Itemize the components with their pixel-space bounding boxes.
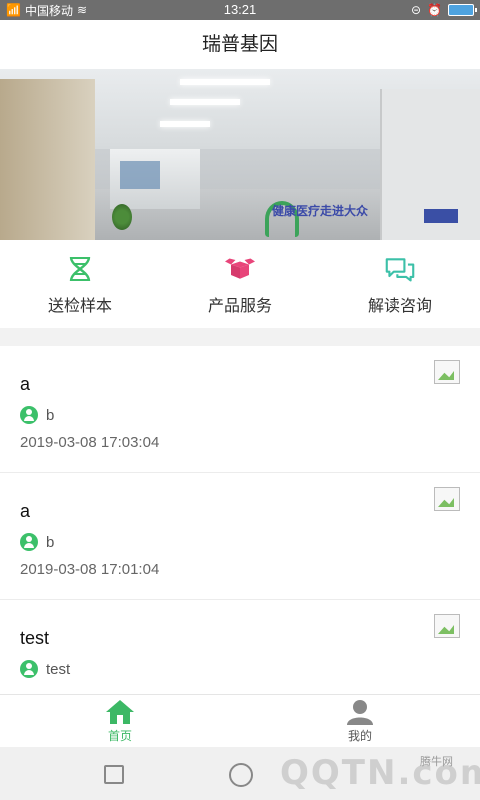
quick-nav-product[interactable]: 产品服务 <box>160 240 320 328</box>
watermark-small: 腾牛网 <box>420 756 453 768</box>
system-nav-bar: QQTN.com 腾牛网 <box>0 747 480 800</box>
author-name: b <box>46 533 55 551</box>
user-icon <box>347 700 373 725</box>
post-author: test <box>20 660 70 678</box>
status-time: 13:21 <box>223 2 257 17</box>
author-name: test <box>46 660 71 678</box>
dna-icon <box>65 254 95 284</box>
banner-window <box>120 161 160 189</box>
broken-image-icon <box>434 487 460 511</box>
lock-icon: ⊝ <box>410 3 422 17</box>
post-time: 2019-03-08 17:03:04 <box>20 434 160 451</box>
post-title: a <box>20 374 31 394</box>
post-title: test <box>20 628 50 648</box>
home-icon <box>106 700 134 724</box>
author-name: b <box>46 406 55 424</box>
tab-label: 首页 <box>107 729 132 743</box>
avatar-icon <box>20 406 38 424</box>
alarm-icon: ⏰ <box>427 3 442 17</box>
status-right: ⊝ ⏰ <box>410 0 477 20</box>
quick-nav-consult[interactable]: 解读咨询 <box>320 240 480 328</box>
banner-wall-left <box>0 79 95 240</box>
quick-nav-label: 送检样本 <box>47 298 112 315</box>
broken-image-icon <box>434 360 460 384</box>
package-icon <box>225 254 255 284</box>
banner-carousel[interactable]: 健康医疗走进大众 <box>0 69 480 240</box>
chat-icon <box>385 254 415 284</box>
tab-mine[interactable]: 我的 <box>240 695 480 748</box>
quick-nav-label: 解读咨询 <box>367 298 432 315</box>
tab-home[interactable]: 首页 <box>0 695 240 748</box>
avatar-icon <box>20 533 38 551</box>
plant-image <box>112 204 132 230</box>
quick-nav: 送检样本 产品服务 解读咨询 <box>0 240 480 328</box>
ceiling-light <box>160 121 210 127</box>
list-item[interactable]: a b 2019-03-08 17:01:04 <box>0 473 480 600</box>
post-author: b <box>20 406 54 424</box>
battery-icon <box>448 4 477 16</box>
door-plaque <box>424 209 458 223</box>
wall-sign-text: 健康医疗走进大众 <box>271 204 368 218</box>
ceiling-light <box>180 79 270 85</box>
page-title: 瑞普基因 <box>0 20 480 70</box>
avatar-icon <box>20 660 38 678</box>
post-title: a <box>20 501 31 521</box>
ceiling-light <box>170 99 240 105</box>
quick-nav-label: 产品服务 <box>207 298 272 315</box>
bottom-tab-bar: 首页 我的 <box>0 694 480 748</box>
recent-apps-button[interactable] <box>104 765 124 784</box>
home-button[interactable] <box>229 763 253 787</box>
quick-nav-sample[interactable]: 送检样本 <box>0 240 160 328</box>
post-author: b <box>20 533 54 551</box>
list-item[interactable]: a b 2019-03-08 17:03:04 <box>0 346 480 473</box>
feed-list: a b 2019-03-08 17:03:04 a b 2019-03-08 1… <box>0 346 480 694</box>
list-item[interactable]: test test <box>0 600 480 694</box>
tab-label: 我的 <box>347 729 372 743</box>
broken-image-icon <box>434 614 460 638</box>
status-bar: 📶 中国移动 ≋ 13:21 ⊝ ⏰ <box>0 0 480 20</box>
post-time: 2019-03-08 17:01:04 <box>20 561 160 578</box>
